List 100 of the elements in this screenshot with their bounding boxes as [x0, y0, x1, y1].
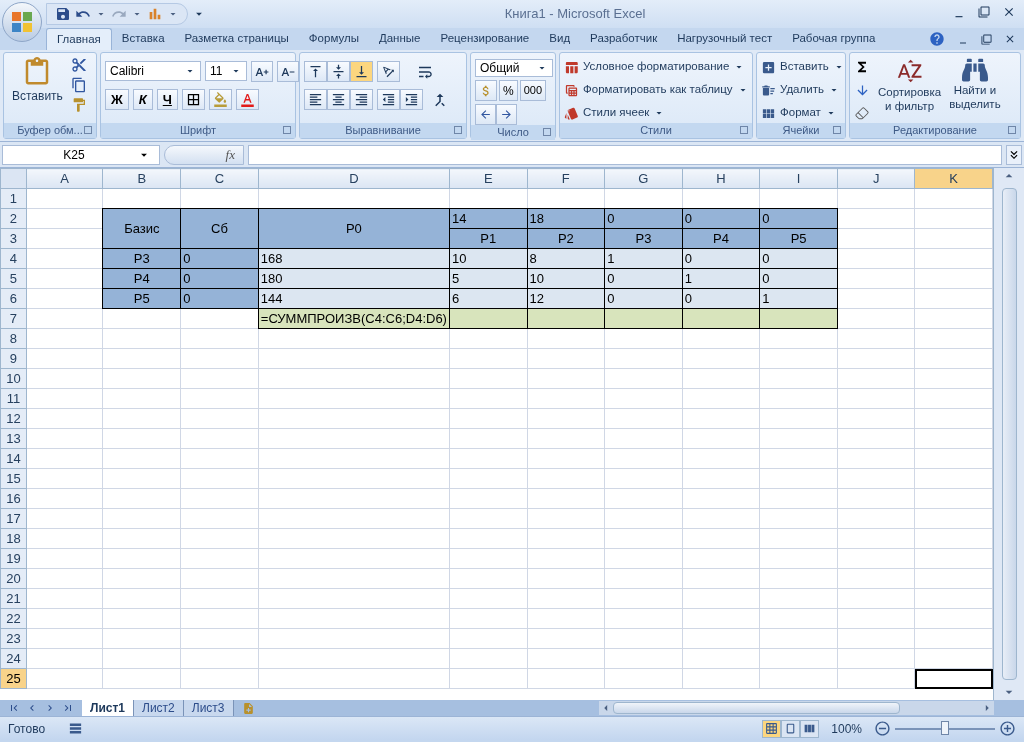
vertical-align-button[interactable]: [327, 61, 350, 82]
close-icon[interactable]: [1004, 33, 1016, 45]
decrease-indent-button[interactable]: [377, 89, 400, 110]
column-header[interactable]: C: [180, 168, 259, 189]
insert-function-button[interactable]: fx: [164, 144, 244, 165]
row-header[interactable]: 9: [0, 348, 27, 369]
percent-button[interactable]: %: [499, 80, 518, 101]
align-left-button[interactable]: [304, 89, 327, 110]
row-header[interactable]: 24: [0, 648, 27, 669]
font-size-field[interactable]: 11: [205, 61, 247, 81]
row-header[interactable]: 16: [0, 488, 27, 509]
paste-button[interactable]: Вставить: [8, 57, 67, 123]
office-button[interactable]: [2, 2, 42, 42]
number-format-field[interactable]: Общий: [475, 59, 553, 77]
increase-decimal-button[interactable]: [475, 104, 496, 125]
row-header[interactable]: 10: [0, 368, 27, 389]
decrease-decimal-button[interactable]: [496, 104, 517, 125]
row-header[interactable]: 17: [0, 508, 27, 529]
first-sheet-icon[interactable]: [8, 702, 20, 714]
row-header[interactable]: 19: [0, 548, 27, 569]
name-box[interactable]: K25: [2, 144, 160, 165]
ribbon-tab[interactable]: Формулы: [298, 28, 369, 50]
row-header[interactable]: 1: [0, 188, 27, 209]
close-icon[interactable]: [1002, 5, 1016, 19]
bold-button[interactable]: Ж: [105, 89, 129, 110]
row-header[interactable]: 20: [0, 568, 27, 589]
find-select-button[interactable]: Найти и выделить: [949, 57, 1001, 123]
cells-menu-button[interactable]: Вставить: [761, 57, 845, 77]
ribbon-tab[interactable]: Рецензирование: [430, 28, 540, 50]
row-header[interactable]: 23: [0, 628, 27, 649]
row-header[interactable]: 18: [0, 528, 27, 549]
zoom-level[interactable]: 100%: [831, 719, 862, 738]
dialog-launcher-icon[interactable]: [454, 126, 462, 134]
sheet-tab[interactable]: Лист2: [134, 700, 184, 716]
row-header[interactable]: 25: [0, 668, 27, 689]
vertical-align-button[interactable]: [304, 61, 327, 82]
view-button[interactable]: [762, 719, 782, 738]
macro-record-icon[interactable]: [68, 721, 83, 736]
zoom-in-icon[interactable]: [999, 720, 1016, 737]
zoom-slider-thumb[interactable]: [941, 720, 949, 735]
row-header[interactable]: 5: [0, 268, 27, 289]
column-header[interactable]: A: [26, 168, 103, 189]
save-icon[interactable]: [55, 6, 71, 22]
sheet-tab[interactable]: Лист1: [82, 700, 135, 716]
horizontal-scrollbar[interactable]: [599, 701, 994, 715]
font-color-button[interactable]: [235, 89, 259, 110]
cells-menu-button[interactable]: Формат: [761, 103, 845, 123]
sort-filter-button[interactable]: Сортировка и фильтр: [878, 57, 942, 123]
restore-icon[interactable]: [981, 33, 992, 45]
row-header[interactable]: 15: [0, 468, 27, 489]
ribbon-tab[interactable]: Рабочая группа: [782, 28, 886, 50]
row-header[interactable]: 2: [0, 208, 27, 229]
column-header[interactable]: I: [759, 168, 838, 189]
increase-indent-button[interactable]: [400, 89, 423, 110]
last-sheet-icon[interactable]: [62, 702, 74, 714]
zoom-out-icon[interactable]: [874, 720, 891, 737]
ribbon-tab[interactable]: Вставка: [111, 28, 175, 50]
row-header[interactable]: 13: [0, 428, 27, 449]
styles-menu-button[interactable]: Условное форматирование: [564, 57, 749, 77]
row-header[interactable]: 21: [0, 588, 27, 609]
styles-menu-button[interactable]: Стили ячеек: [564, 103, 749, 123]
styles-menu-button[interactable]: Форматировать как таблицу: [564, 80, 749, 100]
currency-button[interactable]: [475, 80, 497, 101]
cut-icon[interactable]: [70, 57, 87, 73]
row-header[interactable]: 6: [0, 288, 27, 309]
ribbon-tab[interactable]: Данные: [368, 28, 431, 50]
vertical-align-button[interactable]: [350, 61, 373, 82]
row-header[interactable]: 3: [0, 228, 27, 249]
fill-color-button[interactable]: [208, 89, 232, 110]
thousands-button[interactable]: 000: [519, 80, 547, 101]
copy-icon[interactable]: [70, 77, 87, 93]
column-header[interactable]: F: [527, 168, 605, 189]
shrink-font-button[interactable]: [277, 61, 299, 82]
row-header[interactable]: 14: [0, 448, 27, 469]
dialog-launcher-icon[interactable]: [84, 126, 92, 134]
ribbon-tab[interactable]: Разработчик: [580, 28, 668, 50]
dialog-launcher-icon[interactable]: [543, 128, 551, 136]
view-button[interactable]: [800, 719, 820, 738]
row-header[interactable]: 22: [0, 608, 27, 629]
expand-formula-bar-icon[interactable]: [1006, 144, 1022, 165]
borders-button[interactable]: [181, 89, 205, 110]
ribbon-tab[interactable]: Разметка страницы: [174, 28, 299, 50]
ribbon-tab[interactable]: Нагрузочный тест: [667, 28, 783, 50]
dialog-launcher-icon[interactable]: [740, 126, 748, 134]
underline-button[interactable]: Ч: [156, 89, 178, 110]
ribbon-tab[interactable]: Главная: [46, 28, 112, 50]
column-header[interactable]: K: [914, 168, 993, 189]
align-center-button[interactable]: [327, 89, 350, 110]
help-icon[interactable]: [929, 31, 945, 47]
italic-button[interactable]: К: [132, 89, 153, 110]
grow-font-button[interactable]: [251, 61, 273, 82]
column-header[interactable]: E: [449, 168, 528, 189]
font-name-field[interactable]: Calibri: [105, 61, 201, 81]
sheet-tab[interactable]: Лист3: [183, 700, 234, 716]
restore-icon[interactable]: [978, 5, 990, 19]
row-header[interactable]: 8: [0, 328, 27, 349]
column-header[interactable]: H: [682, 168, 760, 189]
align-right-button[interactable]: [350, 89, 373, 110]
view-button[interactable]: [781, 719, 801, 738]
cells-menu-button[interactable]: Удалить: [761, 80, 845, 100]
